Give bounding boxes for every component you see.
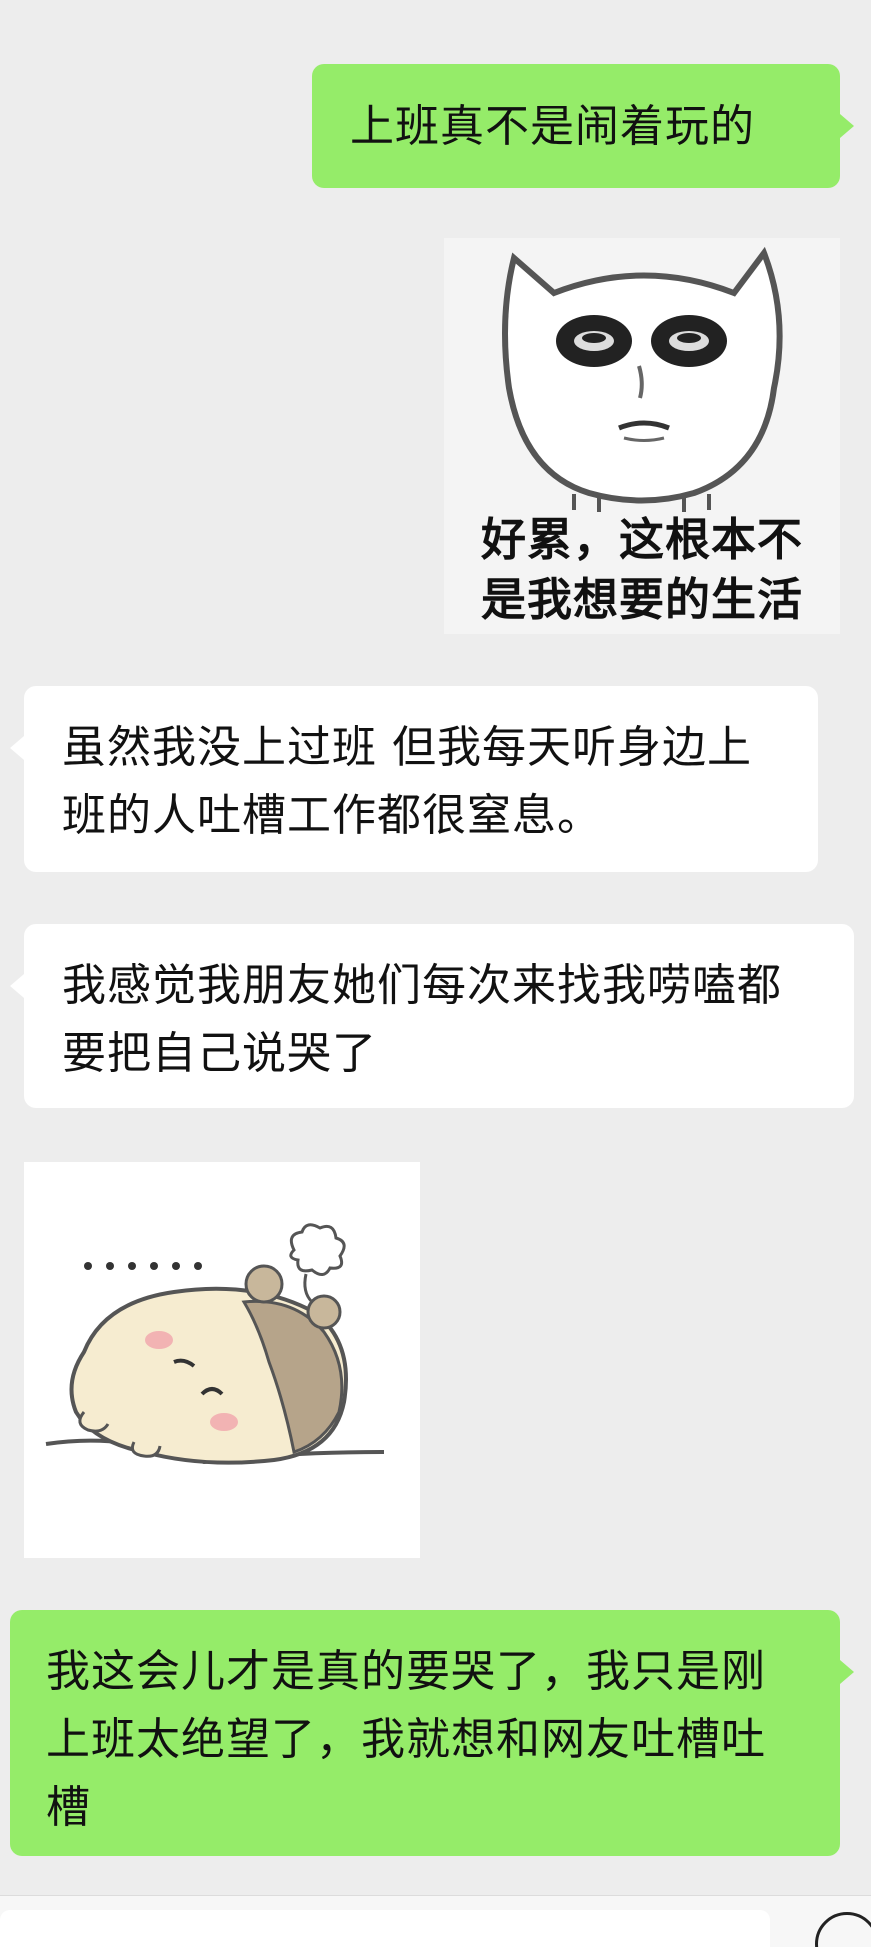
bubble-tail — [10, 974, 24, 998]
message-bubble-received[interactable]: 我感觉我朋友她们每次来找我唠嗑都要把自己说哭了 — [24, 924, 854, 1108]
sticker-caption-line1: 好累，这根本不 — [480, 513, 803, 566]
message-text: 上班真不是闹着玩的 — [350, 101, 755, 152]
sticker-tired-cat[interactable]: 好累，这根本不 是我想要的生活 — [444, 238, 840, 634]
bubble-tail — [840, 114, 854, 138]
message-bubble-received[interactable]: 虽然我没上过班 但我每天听身边上班的人吐槽工作都很窒息。 — [24, 686, 818, 872]
message-text: 我这会儿才是真的要哭了，我只是刚上班太绝望了，我就想和网友吐槽吐槽 — [46, 1646, 766, 1833]
bubble-tail — [10, 736, 24, 760]
sticker-lying-hamster[interactable] — [24, 1162, 420, 1558]
sticker-caption-line2: 是我想要的生活 — [480, 573, 803, 626]
chat-input-bar — [0, 1895, 871, 1947]
message-input[interactable] — [0, 1910, 770, 1947]
bubble-tail — [840, 1660, 854, 1684]
message-text: 虽然我没上过班 但我每天听身边上班的人吐槽工作都很窒息。 — [62, 722, 752, 841]
voice-icon[interactable] — [815, 1912, 871, 1947]
message-bubble-sent[interactable]: 我这会儿才是真的要哭了，我只是刚上班太绝望了，我就想和网友吐槽吐槽 — [10, 1610, 840, 1856]
message-bubble-sent[interactable]: 上班真不是闹着玩的 — [312, 64, 840, 188]
message-text: 我感觉我朋友她们每次来找我唠嗑都要把自己说哭了 — [62, 960, 782, 1079]
lying-hamster-icon — [45, 1223, 385, 1465]
